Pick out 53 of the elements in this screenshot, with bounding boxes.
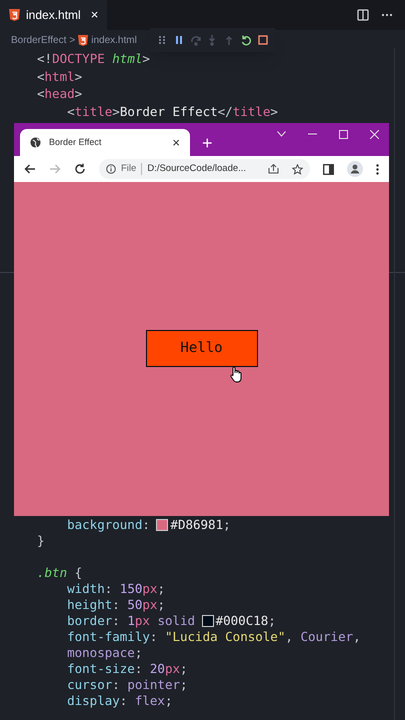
code-text: <!DOCTYPE html> [37, 51, 150, 66]
site-info-label: File [121, 162, 136, 176]
back-arrow-icon[interactable] [24, 163, 36, 175]
breadcrumb-file[interactable]: index.html [91, 32, 137, 48]
color-swatch[interactable] [157, 520, 168, 530]
code-text: display: flex; [66, 693, 172, 708]
code-text: height: 50px; [66, 597, 165, 612]
tab-close-button[interactable]: × [90, 5, 98, 25]
code-text: <html> [37, 68, 82, 84]
hand-cursor-icon [230, 366, 243, 383]
tab-title: Border Effect [49, 136, 102, 149]
code-text: #000C18; [216, 613, 276, 628]
code-text: width: 150px; [66, 581, 165, 596]
info-icon[interactable] [106, 164, 116, 174]
close-icon[interactable] [370, 130, 379, 138]
maximize-icon[interactable] [339, 130, 348, 138]
code-text: border: 1px solid [66, 613, 196, 628]
tab-label: index.html [26, 7, 81, 24]
star-icon[interactable] [292, 164, 303, 174]
code-text: font-size: 20px; [66, 661, 188, 676]
html-file-icon [78, 34, 88, 46]
more-actions-icon[interactable] [381, 13, 393, 17]
browser-tab[interactable]: Border Effect × [20, 129, 190, 156]
split-editor-icon[interactable] [357, 9, 369, 21]
globe-icon [30, 137, 41, 148]
code-text: <title>Border Effect</title> [66, 104, 278, 118]
minimize-icon[interactable] [308, 133, 317, 135]
code-text: <head> [37, 86, 82, 101]
profile-avatar-icon[interactable] [347, 161, 363, 177]
side-panel-icon[interactable] [323, 164, 334, 174]
new-tab-button[interactable]: + [202, 134, 213, 152]
code-text: background: [66, 517, 151, 532]
tab-close-button[interactable]: × [172, 136, 180, 149]
reload-icon[interactable] [74, 163, 86, 175]
chevron-down-icon[interactable] [277, 131, 286, 137]
code-text: } [37, 533, 45, 548]
breadcrumb-separator: > [69, 34, 76, 48]
code-text: cursor: pointer; [66, 677, 188, 692]
breadcrumb-folder[interactable]: BorderEffect [11, 32, 66, 48]
code-text: #D86981; [170, 517, 231, 532]
code-text: font-family: "Lucida Console", Courier, [66, 629, 361, 644]
stop-icon[interactable] [256, 34, 269, 46]
restart-icon[interactable] [240, 34, 252, 46]
url-text: D:/SourceCode/loade... [147, 162, 246, 176]
editor-tab[interactable]: index.html × [0, 0, 108, 30]
share-icon[interactable] [268, 164, 279, 174]
color-swatch[interactable] [202, 616, 213, 626]
hello-button[interactable]: Hello [146, 330, 258, 367]
code-text: monospace; [66, 645, 142, 660]
code-text: .btn { [37, 565, 82, 580]
address-bar[interactable]: File D:/SourceCode/loade... [99, 159, 310, 179]
menu-icon[interactable] [376, 164, 379, 174]
html-file-icon [9, 9, 20, 21]
